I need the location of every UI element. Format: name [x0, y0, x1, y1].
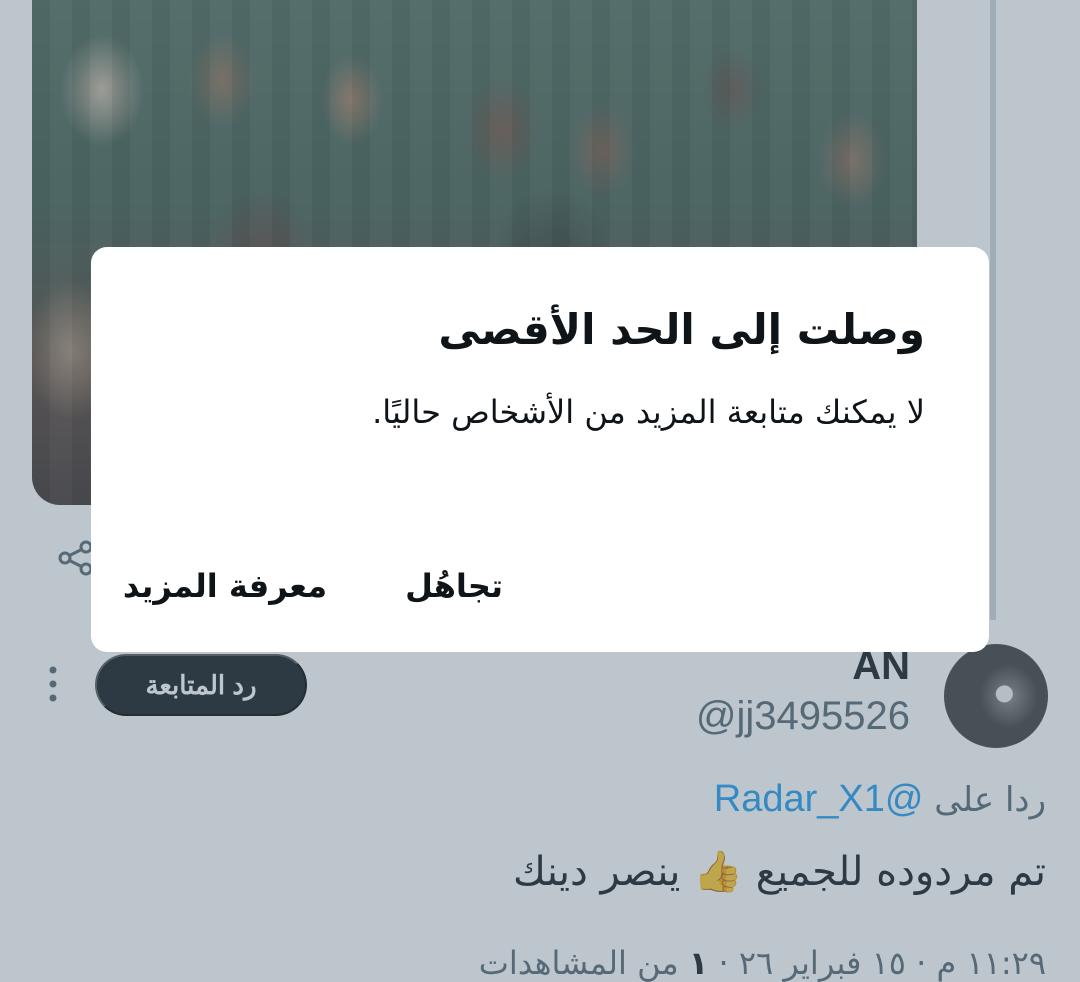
dialog-body: لا يمكنك متابعة المزيد من الأشخاص حاليًا… [372, 393, 925, 431]
follow-limit-dialog: وصلت إلى الحد الأقصى لا يمكنك متابعة الم… [91, 247, 989, 652]
ignore-button[interactable]: تجاهُل [395, 559, 513, 613]
page: AN @jj3495526 رد المتابعة ردا على @Radar… [0, 0, 1080, 982]
dialog-actions: تجاهُل معرفة المزيد [91, 547, 989, 627]
dialog-title: وصلت إلى الحد الأقصى [438, 305, 925, 354]
learn-more-button[interactable]: معرفة المزيد [113, 559, 337, 613]
